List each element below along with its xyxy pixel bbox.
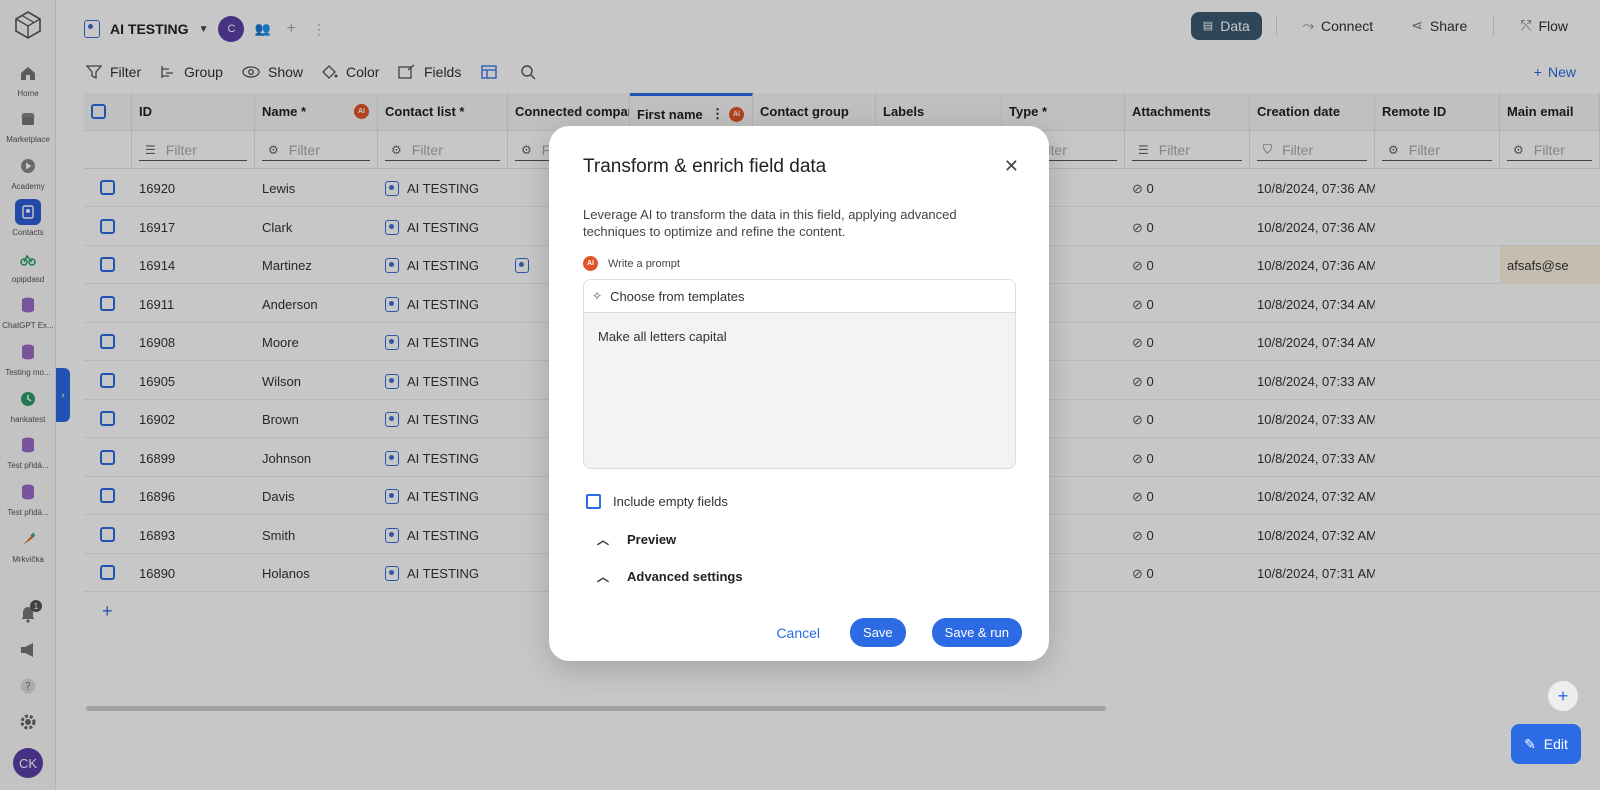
advanced-settings-toggle[interactable]: ︿ Advanced settings: [597, 568, 743, 585]
advanced-label: Advanced settings: [627, 569, 743, 584]
floating-add-button[interactable]: +: [1548, 681, 1578, 711]
preview-label: Preview: [627, 532, 677, 547]
sparkle-icon: ✧: [592, 289, 603, 303]
chevron-up-icon: ︿: [597, 570, 610, 584]
transform-enrich-dialog: Transform & enrich field data ✕ Leverage…: [549, 126, 1049, 661]
prompt-box: ✧ Choose from templates Make all letters…: [583, 279, 1016, 469]
dialog-actions: Cancel Save Save & run: [772, 618, 1022, 647]
chevron-up-icon: ︿: [597, 533, 610, 547]
preview-section-toggle[interactable]: ︿ Preview: [597, 531, 676, 548]
prompt-textarea[interactable]: Make all letters capital: [584, 313, 1015, 468]
dialog-description: Leverage AI to transform the data in thi…: [583, 207, 957, 239]
app-root: Home Marketplace Academy Contacts opipda…: [0, 0, 1600, 790]
save-button[interactable]: Save: [850, 618, 906, 647]
ai-icon: AI: [583, 256, 598, 271]
cancel-button[interactable]: Cancel: [772, 619, 824, 647]
close-icon[interactable]: ✕: [1004, 156, 1019, 177]
edit-button[interactable]: ✎ Edit: [1511, 724, 1581, 764]
templates-label: Choose from templates: [610, 288, 745, 304]
include-empty-checkbox[interactable]: [586, 494, 601, 509]
include-empty-fields-option[interactable]: Include empty fields: [586, 494, 728, 509]
save-and-run-button[interactable]: Save & run: [931, 618, 1022, 647]
choose-templates-button[interactable]: ✧ Choose from templates: [584, 280, 1015, 313]
include-empty-label: Include empty fields: [613, 494, 728, 509]
dialog-title: Transform & enrich field data: [583, 156, 827, 177]
prompt-label: AI Write a prompt: [583, 256, 680, 271]
edit-label: Edit: [1543, 736, 1568, 752]
prompt-label-text: Write a prompt: [608, 257, 680, 270]
pencil-icon: ✎: [1524, 735, 1536, 752]
